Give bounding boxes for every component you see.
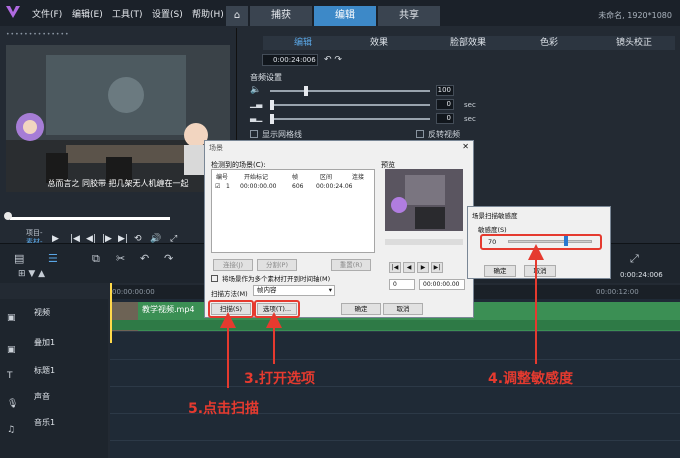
annotation-step5: 5.点击扫描: [188, 401, 260, 417]
annotation-step4: 4.调整敏感度: [488, 371, 574, 387]
annotation-arrows: [220, 244, 544, 388]
annotation-step3: 3.打开选项: [244, 371, 316, 387]
